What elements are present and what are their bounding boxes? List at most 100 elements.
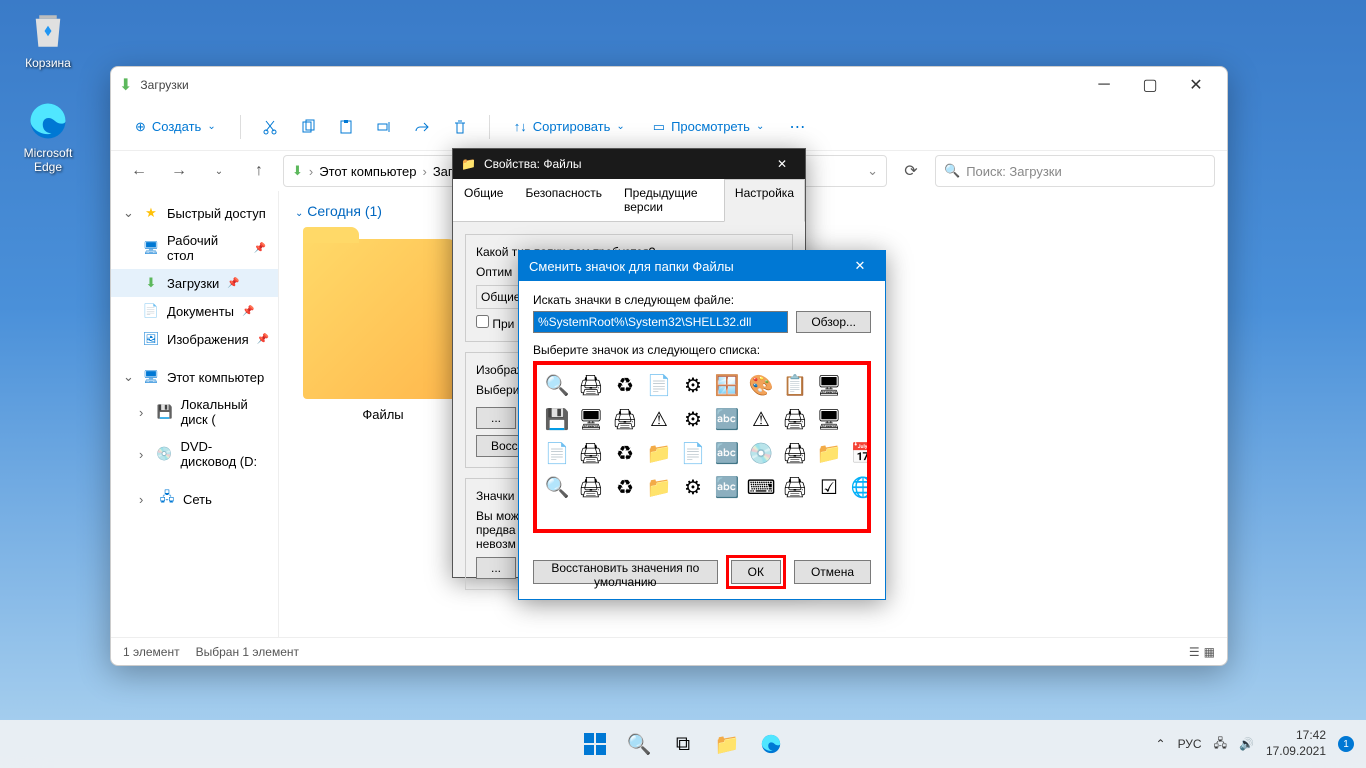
icon-option[interactable]: 🖨 <box>779 437 811 469</box>
start-button[interactable] <box>575 724 615 764</box>
view-button[interactable]: ▭ Просмотреть ⌄ <box>641 109 777 145</box>
up-button[interactable]: ↑ <box>243 155 275 187</box>
close-button[interactable]: ✕ <box>1173 69 1219 101</box>
tab-security[interactable]: Безопасность <box>514 179 613 221</box>
icon-option[interactable]: 📁 <box>643 437 675 469</box>
search-button[interactable]: 🔍 <box>619 724 659 764</box>
sidebar-network[interactable]: › 🖧 Сеть <box>111 485 278 513</box>
icon-option[interactable]: 📅 <box>847 437 871 469</box>
task-view-button[interactable]: ⧉ <box>663 724 703 764</box>
close-button[interactable]: ✕ <box>767 157 797 171</box>
icon-option[interactable]: ☑ <box>813 471 845 503</box>
explorer-taskbar-icon[interactable]: 📁 <box>707 724 747 764</box>
sidebar-dvd[interactable]: › 💿 DVD-дисковод (D: <box>111 433 278 475</box>
refresh-button[interactable]: ⟳ <box>895 155 927 187</box>
icon-option[interactable]: ⚠ <box>745 403 777 435</box>
change-icon-titlebar[interactable]: Сменить значок для папки Файлы ✕ <box>519 251 885 281</box>
icon-option[interactable]: 🔤 <box>711 471 743 503</box>
icon-option[interactable]: 🔍 <box>541 471 573 503</box>
apply-subfolders-checkbox[interactable]: При <box>476 317 514 331</box>
icon-option[interactable]: 📄 <box>677 437 709 469</box>
icon-option[interactable]: 🖨 <box>779 471 811 503</box>
icon-option[interactable]: ⚙ <box>677 403 709 435</box>
breadcrumb-root[interactable]: Этот компьютер <box>319 164 416 179</box>
icon-option[interactable]: 🖨 <box>779 403 811 435</box>
desktop-icon-recycle-bin[interactable]: Корзина <box>10 10 86 70</box>
minimize-button[interactable]: ─ <box>1081 69 1127 101</box>
copy-button[interactable] <box>291 110 325 144</box>
icon-option[interactable]: 🖨 <box>575 369 607 401</box>
icon-option[interactable]: ⚠ <box>643 403 675 435</box>
sort-button[interactable]: ↑↓ Сортировать ⌄ <box>502 109 637 145</box>
icon-option[interactable]: 🖨 <box>609 403 641 435</box>
sidebar-pictures[interactable]: 🖼 Изображения 📌 <box>111 325 278 353</box>
icon-path-input[interactable] <box>533 311 788 333</box>
icon-option[interactable]: 🖨 <box>575 471 607 503</box>
network-icon[interactable]: 🖧 <box>1214 734 1227 755</box>
restore-defaults-button[interactable]: Восстановить значения по умолчанию <box>533 560 718 584</box>
sidebar-quick-access[interactable]: ⌄ ★ Быстрый доступ <box>111 199 278 227</box>
icon-option[interactable] <box>847 369 871 401</box>
icon-option[interactable]: 📁 <box>643 471 675 503</box>
close-button[interactable]: ✕ <box>845 258 875 274</box>
icon-option[interactable]: 💿 <box>745 437 777 469</box>
back-button[interactable]: ← <box>123 155 155 187</box>
paste-button[interactable] <box>329 110 363 144</box>
icon-option[interactable]: 🖨 <box>575 437 607 469</box>
icon-option[interactable]: 🔤 <box>711 437 743 469</box>
maximize-button[interactable]: ▢ <box>1127 69 1173 101</box>
language-indicator[interactable]: РУС <box>1178 737 1202 751</box>
icon-option[interactable]: 💾 <box>541 403 573 435</box>
icon-option[interactable]: 🪟 <box>711 369 743 401</box>
delete-button[interactable] <box>443 110 477 144</box>
recent-dropdown[interactable]: ⌄ <box>203 155 235 187</box>
sidebar-documents[interactable]: 📄 Документы 📌 <box>111 297 278 325</box>
icon-option[interactable]: 🔤 <box>711 403 743 435</box>
cut-button[interactable] <box>253 110 287 144</box>
sidebar-downloads[interactable]: ⬇ Загрузки 📌 <box>111 269 278 297</box>
volume-icon[interactable]: 🔊 <box>1239 737 1254 751</box>
icon-option[interactable]: 🖥 <box>813 403 845 435</box>
forward-button[interactable]: → <box>163 155 195 187</box>
rename-button[interactable] <box>367 110 401 144</box>
clock[interactable]: 17:42 17.09.2021 <box>1266 728 1326 759</box>
icon-option[interactable]: 📄 <box>541 437 573 469</box>
chevron-down-icon[interactable]: ⌄ <box>867 163 878 179</box>
tab-settings[interactable]: Настройка <box>724 179 805 222</box>
change-icon-button[interactable]: ... <box>476 557 516 579</box>
icon-option[interactable]: ⌨ <box>745 471 777 503</box>
icon-option[interactable]: 🔍 <box>541 369 573 401</box>
tab-general[interactable]: Общие <box>453 179 514 221</box>
folder-item-files[interactable]: Файлы <box>295 231 471 430</box>
more-button[interactable]: ⋯ <box>780 110 814 144</box>
icon-option[interactable]: 🌐 <box>847 471 871 503</box>
icon-option[interactable] <box>847 403 871 435</box>
details-view-icon[interactable]: ☰ <box>1189 645 1200 659</box>
icon-option[interactable]: 📋 <box>779 369 811 401</box>
select-file-button[interactable]: ... <box>476 407 516 429</box>
ok-button[interactable]: ОК <box>731 560 781 584</box>
tray-chevron-icon[interactable]: ⌃ <box>1156 737 1166 751</box>
icon-option[interactable]: ♻ <box>609 437 641 469</box>
sidebar-local-disk[interactable]: › 💾 Локальный диск ( <box>111 391 278 433</box>
edge-taskbar-icon[interactable] <box>751 724 791 764</box>
icon-option[interactable]: 📁 <box>813 437 845 469</box>
create-button[interactable]: ⊕ Создать ⌄ <box>123 109 228 145</box>
icon-option[interactable]: 🖥 <box>575 403 607 435</box>
icon-option[interactable]: ⚙ <box>677 471 709 503</box>
share-button[interactable] <box>405 110 439 144</box>
sidebar-this-pc[interactable]: ⌄ 🖥 Этот компьютер <box>111 363 278 391</box>
icon-option[interactable]: 🖥 <box>813 369 845 401</box>
tiles-view-icon[interactable]: ▦ <box>1204 645 1215 659</box>
properties-titlebar[interactable]: 📁 Свойства: Файлы ✕ <box>453 149 805 179</box>
browse-button[interactable]: Обзор... <box>796 311 871 333</box>
sidebar-desktop[interactable]: 🖥 Рабочий стол 📌 <box>111 227 278 269</box>
icon-option[interactable]: ♻ <box>609 369 641 401</box>
icon-option[interactable]: ⚙ <box>677 369 709 401</box>
search-box[interactable]: 🔍 Поиск: Загрузки <box>935 155 1215 187</box>
cancel-button[interactable]: Отмена <box>794 560 871 584</box>
icon-option[interactable]: 🎨 <box>745 369 777 401</box>
notification-badge[interactable]: 1 <box>1338 736 1354 752</box>
icon-option[interactable]: ♻ <box>609 471 641 503</box>
tab-previous[interactable]: Предыдущие версии <box>613 179 724 221</box>
